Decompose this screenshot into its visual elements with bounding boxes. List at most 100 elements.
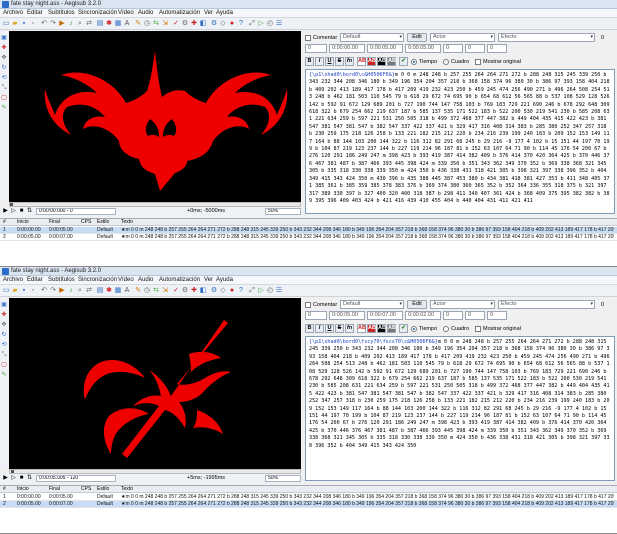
actor-combo[interactable]: Actor ▾ [430, 33, 495, 42]
menu-audio[interactable]: Audio [138, 10, 153, 17]
menu-ver[interactable]: Ver [204, 10, 213, 17]
commit-icon[interactable]: ✔ [399, 57, 408, 66]
frame-radio[interactable] [443, 59, 449, 65]
fonts-collector-icon[interactable]: A [123, 287, 131, 295]
rotate-xy-tool-icon[interactable]: ⟲ [1, 75, 7, 81]
settings-icon[interactable]: ☰ [275, 287, 283, 295]
menu-video[interactable]: Vídeo [118, 10, 134, 17]
edit-style-button[interactable]: Edit [407, 33, 427, 42]
visual-typesetting-icon[interactable]: ✚ [190, 20, 198, 28]
menu-automatizacion[interactable]: Automatización [159, 10, 200, 17]
kanji-timer-icon[interactable]: ◧ [199, 20, 207, 28]
table-row[interactable]: 2 0:00:05.00 0:00:07.00 Default ★m 0 0 m… [0, 234, 617, 241]
stop-icon[interactable]: ■ [18, 475, 25, 482]
margin-vertical-field[interactable]: 0 [487, 44, 507, 53]
time-radio[interactable] [411, 326, 417, 332]
audio-open-icon[interactable]: ♪ [67, 287, 75, 295]
time-radio[interactable] [411, 59, 417, 65]
undo-icon[interactable]: ↶ [40, 287, 48, 295]
actor-combo[interactable]: Actor ▾ [430, 300, 495, 309]
font-button[interactable]: fn [345, 57, 354, 66]
underline-button[interactable]: U [325, 57, 334, 66]
strikeout-button[interactable]: S [335, 57, 344, 66]
menu-archivo[interactable]: Archivo [3, 277, 23, 284]
rotate-z-tool-icon[interactable]: ↻ [1, 332, 7, 338]
duration-field[interactable]: 0:00:02.00 [405, 311, 441, 320]
bold-button[interactable]: B [305, 57, 314, 66]
play-line-icon[interactable]: ▷ [257, 287, 265, 295]
new-file-icon[interactable]: ▭ [2, 287, 10, 295]
clock-icon[interactable]: ◴ [266, 20, 274, 28]
bold-button[interactable]: B [305, 324, 314, 333]
video-display[interactable] [9, 31, 301, 202]
italic-button[interactable]: I [315, 324, 324, 333]
resample-icon[interactable]: ⇲ [161, 287, 169, 295]
zoom-icon[interactable]: ⤢ [248, 20, 256, 28]
options-icon[interactable]: ⚙ [210, 20, 218, 28]
keyframes-icon[interactable]: ◇ [219, 287, 227, 295]
outline-color-button[interactable]: AB [377, 57, 386, 66]
margin-right-field[interactable]: 0 [465, 311, 485, 320]
clock-icon[interactable]: ◴ [266, 287, 274, 295]
margin-left-field[interactable]: 0 [443, 44, 463, 53]
margin-vertical-field[interactable]: 0 [487, 311, 507, 320]
margin-left-field[interactable]: 0 [443, 311, 463, 320]
crosshair-tool-icon[interactable]: ✚ [1, 312, 7, 318]
play-line-icon[interactable]: ▷ [257, 20, 265, 28]
edit-style-button[interactable]: Edit [407, 300, 427, 309]
visual-typesetting-icon[interactable]: ✚ [190, 287, 198, 295]
commit-icon[interactable]: ✔ [399, 324, 408, 333]
strikeout-button[interactable]: S [335, 324, 344, 333]
stop-icon[interactable]: ■ [18, 208, 25, 215]
scale-tool-icon[interactable]: ⤡ [1, 352, 7, 358]
margin-right-field[interactable]: 0 [465, 44, 485, 53]
frame-radio[interactable] [443, 326, 449, 332]
help-icon[interactable]: ? [237, 287, 245, 295]
video-time-field[interactable]: 0:00:00.000 - 0 [36, 208, 116, 215]
play-icon[interactable]: ▶ [2, 208, 9, 215]
primary-color-button[interactable]: AB [357, 57, 366, 66]
style-select[interactable]: Default ▾ [340, 300, 404, 309]
secondary-color-button[interactable]: AB [367, 324, 376, 333]
play-icon[interactable]: ▶ [2, 475, 9, 482]
properties-icon[interactable]: ▤ [96, 20, 104, 28]
underline-button[interactable]: U [325, 324, 334, 333]
shadow-color-button[interactable]: AB [387, 324, 396, 333]
save-icon[interactable]: ▪ [20, 287, 28, 295]
show-original-checkbox[interactable] [475, 59, 481, 65]
menu-video[interactable]: Vídeo [118, 277, 134, 284]
subtitle-text-editor[interactable]: {\p1\shad0\bord0\c&H0506F6&}m 0 0 m 248 … [305, 69, 615, 214]
end-time-field[interactable]: 0:00:05.00 [367, 44, 403, 53]
play-line-button-icon[interactable]: ▷ [10, 475, 17, 482]
secondary-color-button[interactable]: AB [367, 57, 376, 66]
spellcheck-icon[interactable]: ✓ [172, 287, 180, 295]
zoom-icon[interactable]: ⤢ [248, 287, 256, 295]
menu-ver[interactable]: Ver [204, 277, 213, 284]
zoom-select[interactable]: 50% [265, 208, 301, 215]
comment-checkbox[interactable] [305, 35, 311, 41]
comment-checkbox[interactable] [305, 302, 311, 308]
menu-ayuda[interactable]: Ayuda [216, 277, 233, 284]
fonts-collector-icon[interactable]: A [123, 20, 131, 28]
rotate-z-tool-icon[interactable]: ↻ [1, 65, 7, 71]
layer-field[interactable]: 0 [305, 311, 327, 320]
options-icon[interactable]: ⚙ [210, 287, 218, 295]
clip-tool-icon[interactable]: ▢ [1, 362, 7, 368]
standard-tool-icon[interactable]: ▣ [1, 35, 7, 41]
open-folder-icon[interactable]: ▰ [11, 20, 19, 28]
play-line-button-icon[interactable]: ▷ [10, 208, 17, 215]
drag-tool-icon[interactable]: ✥ [1, 322, 7, 328]
menu-editar[interactable]: Editar [27, 277, 43, 284]
style-select[interactable]: Default ▾ [340, 33, 404, 42]
subtitle-text-editor[interactable]: {\p1\shad0\bord0\fscy70\fscx70\c&H0506F6… [305, 336, 615, 481]
styles-manager-icon[interactable]: ✱ [105, 287, 113, 295]
spellcheck-icon[interactable]: ✓ [172, 20, 180, 28]
save-as-icon[interactable]: ▫ [29, 20, 37, 28]
replace-icon[interactable]: ⇄ [85, 287, 93, 295]
menu-automatizacion[interactable]: Automatización [159, 277, 200, 284]
keyframes-icon[interactable]: ◇ [219, 20, 227, 28]
scale-tool-icon[interactable]: ⤡ [1, 85, 7, 91]
save-icon[interactable]: ▪ [20, 20, 28, 28]
start-time-field[interactable]: 0:00:00.00 [329, 44, 365, 53]
find-icon[interactable]: ⌕ [76, 20, 84, 28]
